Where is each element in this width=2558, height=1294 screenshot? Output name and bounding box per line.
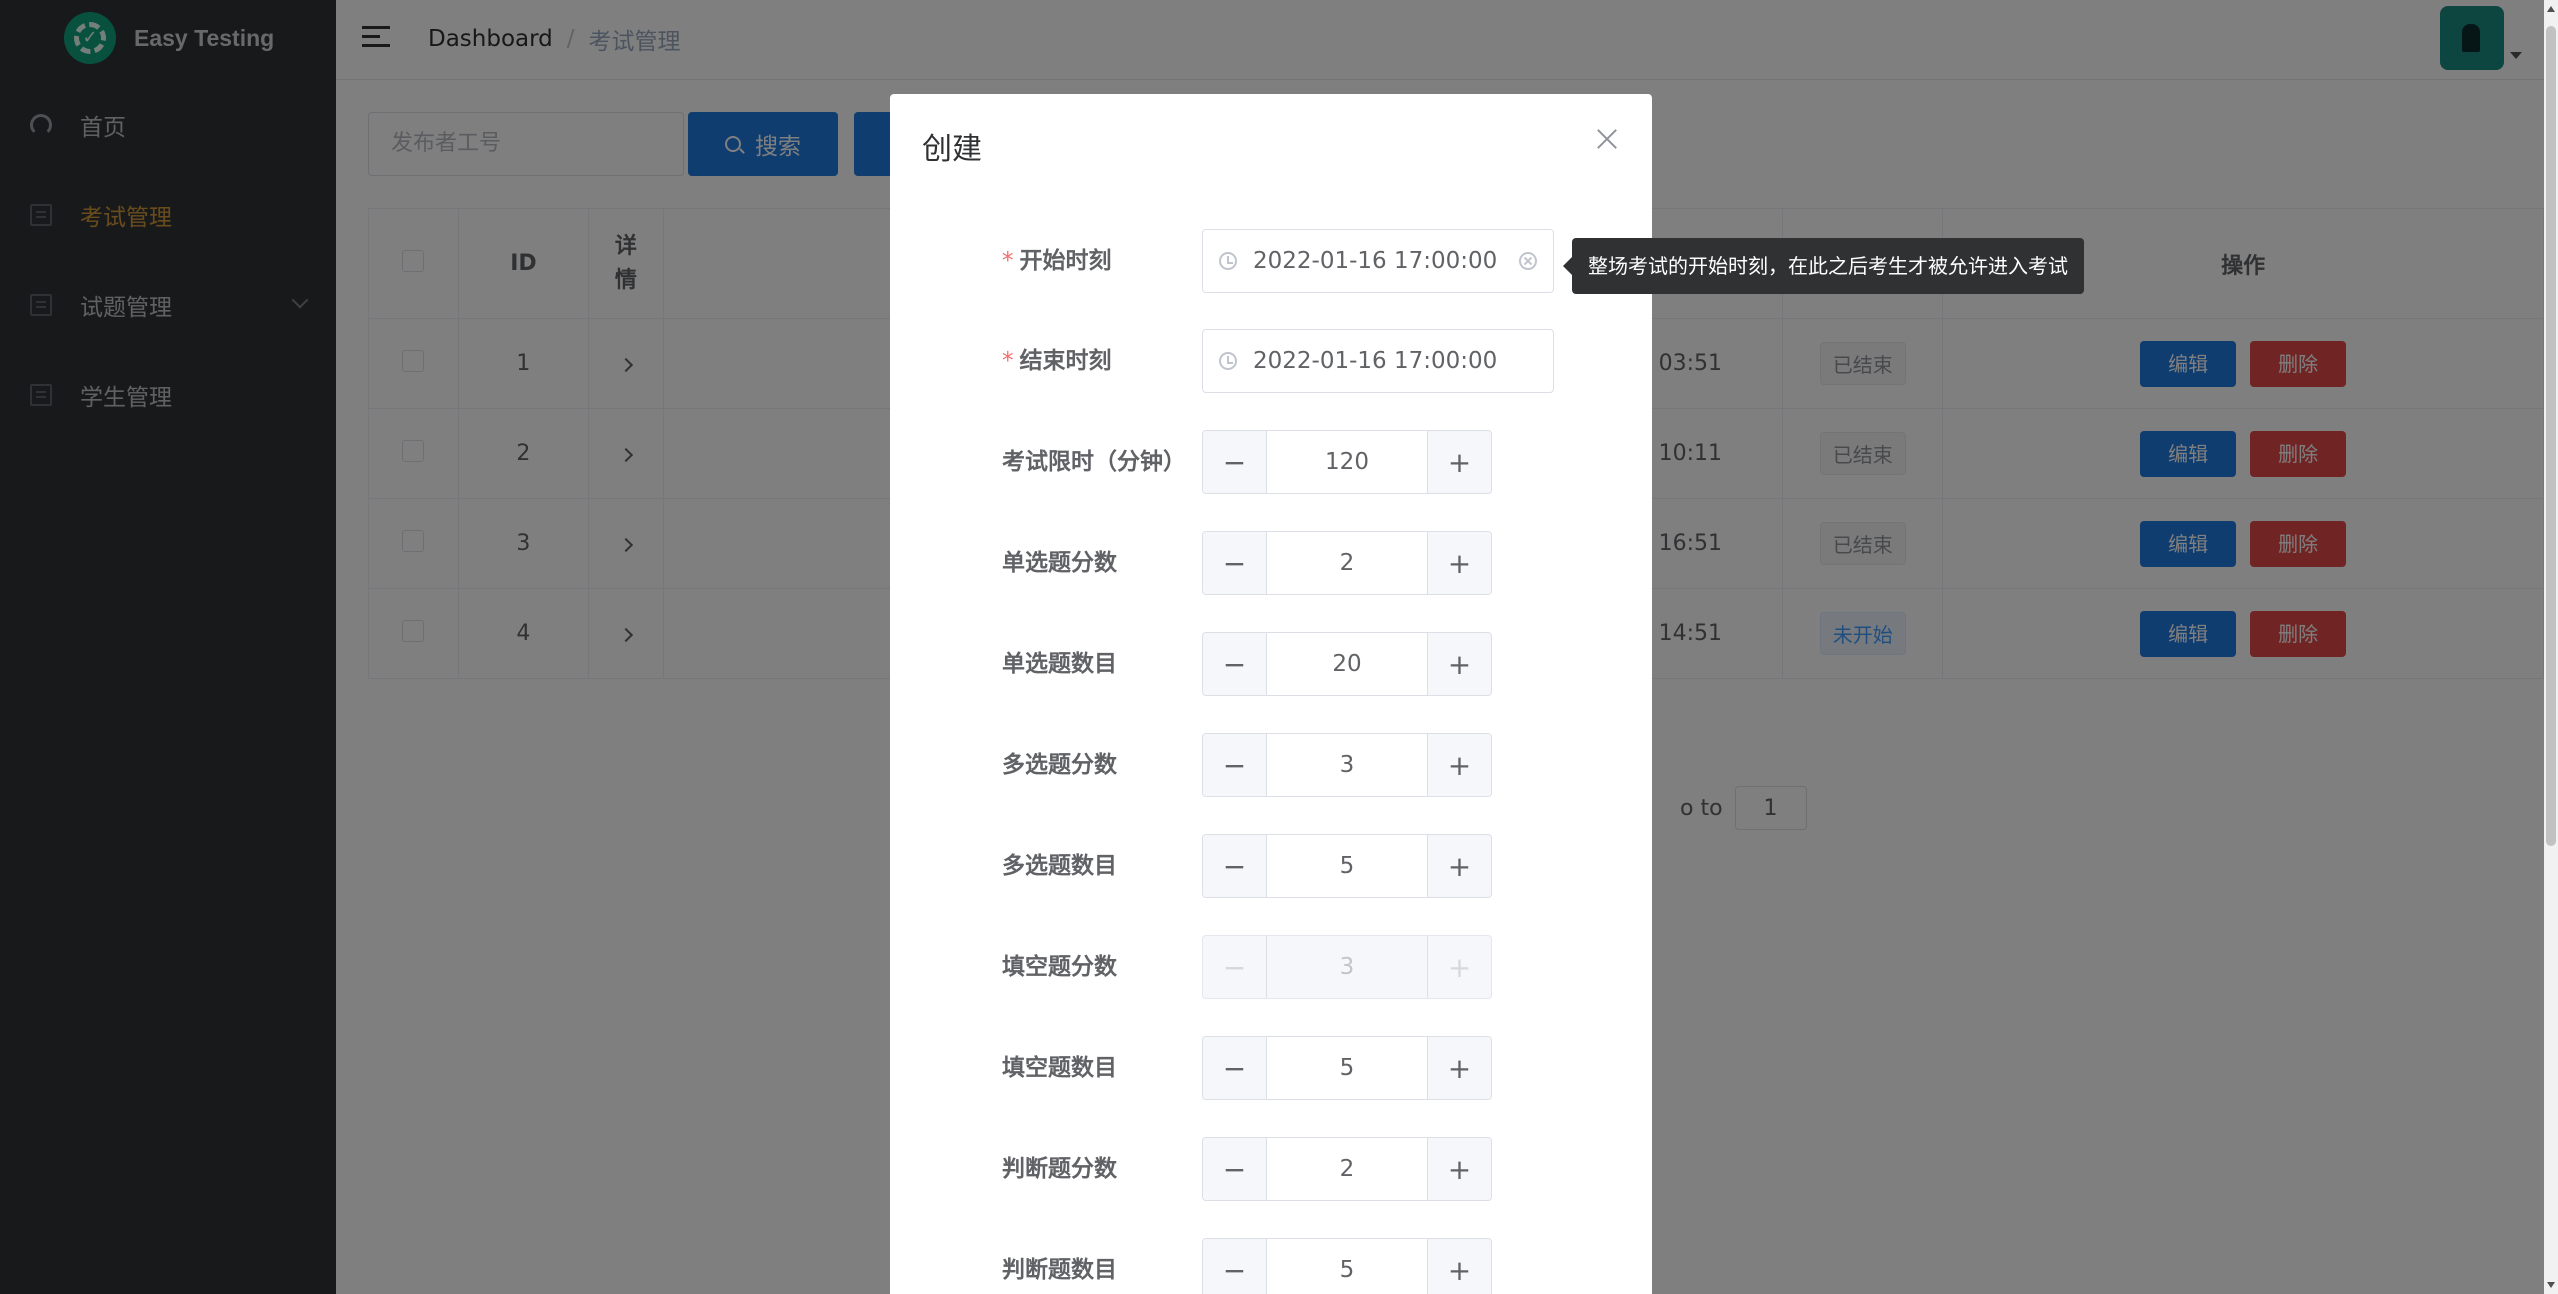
stepper-value[interactable]: 5 [1267,1037,1427,1099]
decrement-button[interactable]: − [1203,734,1267,796]
decrement-button[interactable]: − [1203,1138,1267,1200]
increment-button[interactable]: + [1427,1138,1491,1200]
end-time-picker[interactable]: 2022-01-16 17:00:00 [1202,329,1554,393]
form-row-judge-count: 判断题数目 − 5 + [890,1238,1652,1294]
increment-button[interactable]: + [1427,633,1491,695]
scroll-up-icon[interactable] [2547,6,2555,12]
scrollbar-thumb[interactable] [2546,26,2556,846]
decrement-button: − [1203,936,1267,998]
field-label: 考试限时（分钟） [1002,449,1186,475]
field-label: * 结束时刻 [1002,329,1112,393]
stepper-value[interactable]: 3 [1267,734,1427,796]
field-label: 判断题数目 [1002,1257,1117,1283]
increment-button[interactable]: + [1427,1239,1491,1294]
start-time-picker[interactable]: 2022-01-16 17:00:00 [1202,229,1554,293]
multi-score-stepper: − 3 + [1202,733,1492,797]
decrement-button[interactable]: − [1203,835,1267,897]
form-row-start-time: * 开始时刻 2022-01-16 17:00:00 [890,229,1652,293]
clock-icon [1219,352,1237,370]
multi-count-stepper: − 5 + [1202,834,1492,898]
field-label-text: 结束时刻 [1019,348,1112,374]
stepper-value[interactable]: 20 [1267,633,1427,695]
decrement-button[interactable]: − [1203,431,1267,493]
dialog-title: 创建 [922,132,982,167]
form-row-blank-score: 填空题分数 − 3 + [890,935,1652,999]
field-label: 单选题分数 [1002,550,1117,576]
required-mark: * [1002,248,1014,274]
stepper-value[interactable]: 5 [1267,1239,1427,1294]
blank-score-stepper: − 3 + [1202,935,1492,999]
increment-button[interactable]: + [1427,431,1491,493]
decrement-button[interactable]: − [1203,1037,1267,1099]
increment-button: + [1427,936,1491,998]
form-row-single-count: 单选题数目 − 20 + [890,632,1652,696]
page-scrollbar[interactable] [2544,0,2558,1294]
clock-icon [1219,252,1237,270]
required-mark: * [1002,348,1014,374]
form-row-end-time: * 结束时刻 2022-01-16 17:00:00 [890,329,1652,393]
field-label-text: 开始时刻 [1019,248,1112,274]
stepper-value[interactable]: 2 [1267,532,1427,594]
field-label: 多选题数目 [1002,853,1117,879]
increment-button[interactable]: + [1427,532,1491,594]
judge-score-stepper: − 2 + [1202,1137,1492,1201]
single-count-stepper: − 20 + [1202,632,1492,696]
blank-count-stepper: − 5 + [1202,1036,1492,1100]
increment-button[interactable]: + [1427,734,1491,796]
field-label: 填空题分数 [1002,954,1117,980]
stepper-value: 3 [1339,954,1355,980]
form-row-blank-count: 填空题数目 − 5 + [890,1036,1652,1100]
increment-button[interactable]: + [1427,1037,1491,1099]
form-row-duration: 考试限时（分钟） − 120 + [890,430,1652,494]
scroll-down-icon[interactable] [2547,1282,2555,1288]
judge-count-stepper: − 5 + [1202,1238,1492,1294]
decrement-button[interactable]: − [1203,1239,1267,1294]
field-label: 单选题数目 [1002,651,1117,677]
increment-button[interactable]: + [1427,835,1491,897]
picker-value: 2022-01-16 17:00:00 [1253,248,1498,274]
picker-value: 2022-01-16 17:00:00 [1253,348,1498,374]
decrement-button[interactable]: − [1203,633,1267,695]
field-label: 填空题数目 [1002,1055,1117,1081]
field-label: * 开始时刻 [1002,229,1112,293]
form-row-judge-score: 判断题分数 − 2 + [890,1137,1652,1201]
start-time-tooltip: 整场考试的开始时刻，在此之后考生才被允许进入考试 [1563,238,2084,294]
field-label: 多选题分数 [1002,752,1117,778]
decrement-button[interactable]: − [1203,532,1267,594]
clear-icon[interactable] [1519,252,1537,270]
field-label: 判断题分数 [1002,1156,1117,1182]
form-row-multi-count: 多选题数目 − 5 + [890,834,1652,898]
form-row-single-score: 单选题分数 − 2 + [890,531,1652,595]
single-score-stepper: − 2 + [1202,531,1492,595]
close-icon[interactable] [1596,128,1618,150]
duration-stepper: − 120 + [1202,430,1492,494]
stepper-value[interactable]: 5 [1267,835,1427,897]
create-dialog: 创建 * 开始时刻 2022-01-16 17:00:00 * 结束时刻 2022-… [890,94,1652,1294]
form-row-multi-score: 多选题分数 − 3 + [890,733,1652,797]
stepper-value[interactable]: 2 [1267,1138,1427,1200]
stepper-value[interactable]: 120 [1267,431,1427,493]
